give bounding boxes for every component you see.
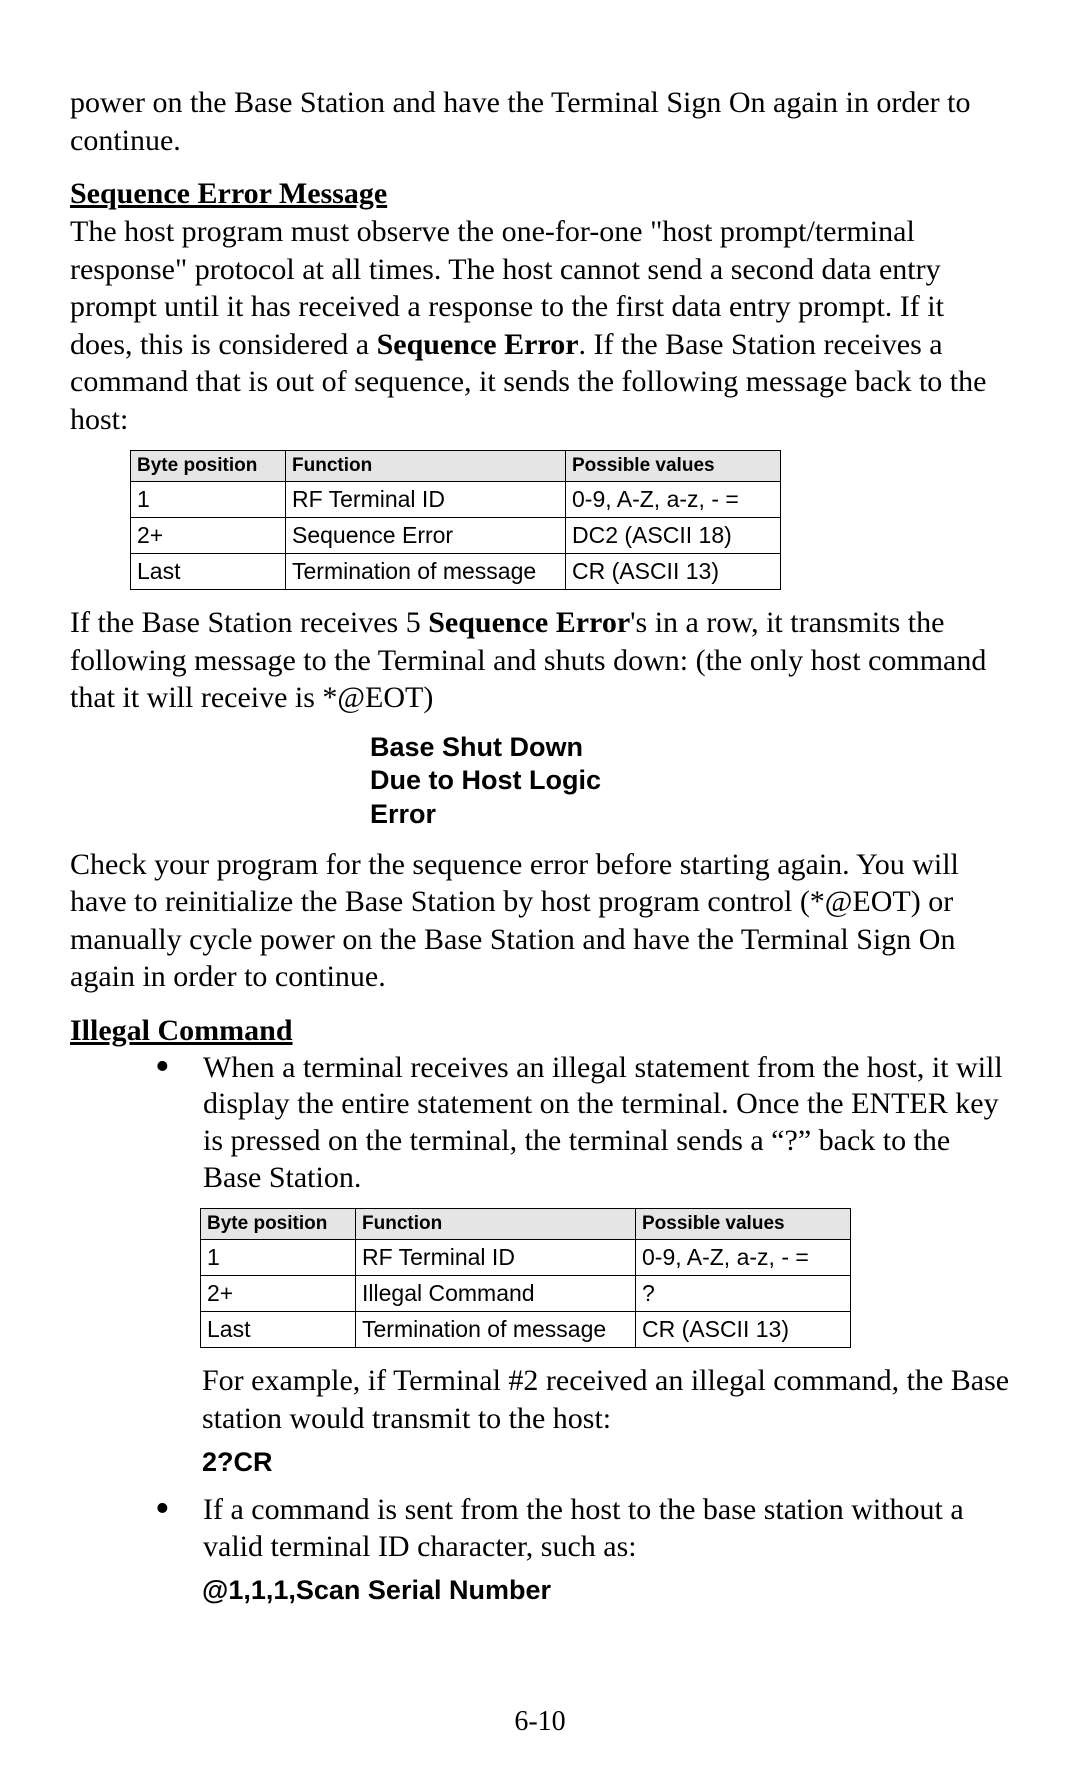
table-cell: Termination of message [356, 1312, 636, 1348]
example-code-2: @1,1,1,Scan Serial Number [202, 1575, 1010, 1606]
intro-paragraph: power on the Base Station and have the T… [70, 84, 1010, 159]
example-paragraph: For example, if Terminal #2 received an … [202, 1362, 1010, 1437]
list-item: If a command is sent from the host to th… [155, 1492, 1010, 1565]
table-cell: 0-9, A-Z, a-z, - = [566, 482, 781, 518]
table-cell: Termination of message [286, 554, 566, 590]
page-number: 6-10 [0, 1706, 1080, 1738]
section1-para1-bold: Sequence Error [377, 328, 579, 361]
table-header-cell: Possible values [636, 1209, 851, 1240]
table-cell: Illegal Command [356, 1276, 636, 1312]
table-header-cell: Function [286, 451, 566, 482]
table-cell: Sequence Error [286, 518, 566, 554]
section1-para1: The host program must observe the one-fo… [70, 213, 1010, 438]
table-row: 2+ Sequence Error DC2 (ASCII 18) [131, 518, 781, 554]
table-cell: CR (ASCII 13) [636, 1312, 851, 1348]
section1-para2-pre: If the Base Station receives 5 [70, 606, 428, 639]
page-container: power on the Base Station and have the T… [0, 0, 1080, 1790]
table-cell: RF Terminal ID [286, 482, 566, 518]
list-item: When a terminal receives an illegal stat… [155, 1050, 1010, 1196]
section2-bullets-2: If a command is sent from the host to th… [70, 1492, 1010, 1565]
section2-bullets: When a terminal receives an illegal stat… [70, 1050, 1010, 1196]
example-code-1: 2?CR [202, 1447, 1010, 1478]
table-row: Last Termination of message CR (ASCII 13… [201, 1312, 851, 1348]
table-cell: DC2 (ASCII 18) [566, 518, 781, 554]
table-header-row: Byte position Function Possible values [201, 1209, 851, 1240]
table-header-row: Byte position Function Possible values [131, 451, 781, 482]
section1-title: Sequence Error Message [70, 177, 1010, 211]
table-row: 1 RF Terminal ID 0-9, A-Z, a-z, - = [131, 482, 781, 518]
shutdown-message-line: Due to Host Logic [370, 764, 790, 798]
table-cell: RF Terminal ID [356, 1240, 636, 1276]
shutdown-message-line: Base Shut Down [370, 731, 790, 765]
table-header-cell: Byte position [201, 1209, 356, 1240]
table-header-cell: Byte position [131, 451, 286, 482]
shutdown-message: Base Shut Down Due to Host Logic Error [290, 731, 790, 832]
table-cell: CR (ASCII 13) [566, 554, 781, 590]
section2-table: Byte position Function Possible values 1… [200, 1208, 851, 1348]
section2-title: Illegal Command [70, 1014, 1010, 1048]
table-row: Last Termination of message CR (ASCII 13… [131, 554, 781, 590]
table-cell: 0-9, A-Z, a-z, - = [636, 1240, 851, 1276]
table-cell: ? [636, 1276, 851, 1312]
table-cell: 1 [201, 1240, 356, 1276]
table-row: 2+ Illegal Command ? [201, 1276, 851, 1312]
bullet1-text: When a terminal receives an illegal stat… [203, 1051, 1003, 1194]
table-cell: Last [131, 554, 286, 590]
shutdown-message-line: Error [370, 798, 790, 832]
table-header-cell: Possible values [566, 451, 781, 482]
table-cell: 1 [131, 482, 286, 518]
section1-para3: Check your program for the sequence erro… [70, 846, 1010, 996]
table-header-cell: Function [356, 1209, 636, 1240]
section1-para2-bold: Sequence Error [428, 606, 630, 639]
table-cell: 2+ [131, 518, 286, 554]
table-row: 1 RF Terminal ID 0-9, A-Z, a-z, - = [201, 1240, 851, 1276]
section1-para2: If the Base Station receives 5 Sequence … [70, 604, 1010, 717]
section1-table: Byte position Function Possible values 1… [130, 450, 781, 590]
table-cell: Last [201, 1312, 356, 1348]
bullet2-text: If a command is sent from the host to th… [203, 1493, 964, 1563]
table-cell: 2+ [201, 1276, 356, 1312]
